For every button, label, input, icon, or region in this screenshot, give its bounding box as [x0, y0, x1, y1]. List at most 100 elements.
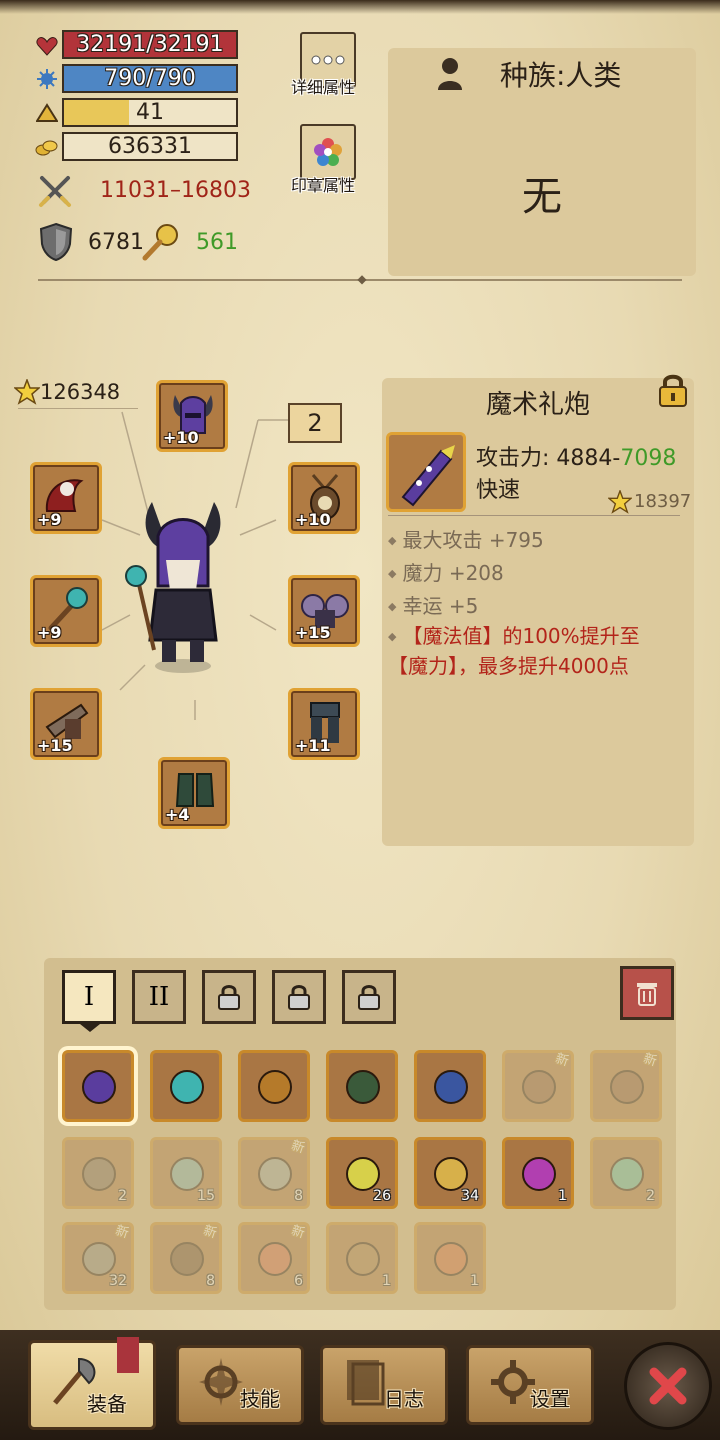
- unlock-badge[interactable]: 2: [288, 403, 342, 443]
- item-score: 18397: [634, 491, 692, 512]
- bag-tab-1[interactable]: I: [62, 970, 116, 1024]
- padlock-icon: [218, 985, 240, 1010]
- item-icon: [522, 1157, 556, 1191]
- item-count: 1: [558, 1188, 567, 1204]
- bag-tab-2-label: II: [148, 982, 170, 1012]
- inventory-slot[interactable]: 1: [414, 1222, 486, 1294]
- inventory-slot[interactable]: 2: [590, 1137, 662, 1209]
- inventory-slot[interactable]: 1: [502, 1137, 574, 1209]
- detail-attributes-label: 详细属性: [290, 78, 355, 97]
- inventory-slot[interactable]: 6新: [238, 1222, 310, 1294]
- bag-tab-2[interactable]: II: [132, 970, 186, 1024]
- bookmark-ribbon: [117, 1337, 139, 1373]
- item-icon: [610, 1157, 644, 1191]
- race-panel: 种族:人类 无: [388, 48, 696, 276]
- experience-bar: 41: [62, 98, 238, 127]
- dots-icon: [311, 55, 345, 65]
- equip-slot-head[interactable]: +10: [156, 380, 228, 452]
- inventory-slot[interactable]: 新: [590, 1050, 662, 1122]
- item-divider: [388, 515, 680, 516]
- inventory-slot[interactable]: 15: [150, 1137, 222, 1209]
- item-icon: [82, 1070, 116, 1104]
- lock-icon[interactable]: [656, 372, 690, 408]
- new-item-badge: 新: [201, 1223, 219, 1242]
- inventory-slot[interactable]: [150, 1050, 222, 1122]
- nav-log-tab[interactable]: 日志: [320, 1345, 448, 1425]
- nav-settings-tab[interactable]: 设置: [466, 1345, 594, 1425]
- equip-slot-legs[interactable]: +11: [288, 688, 360, 760]
- equip-slot-weapon[interactable]: +9: [30, 575, 102, 647]
- gold-bar: 636331: [62, 132, 238, 161]
- item-icon: [610, 1070, 644, 1104]
- inventory-slot[interactable]: 2: [62, 1137, 134, 1209]
- equip-slot-offhand[interactable]: +15: [30, 688, 102, 760]
- inventory-slot[interactable]: [414, 1050, 486, 1122]
- flower-seal-icon: [314, 138, 342, 166]
- new-item-badge: 新: [289, 1223, 307, 1242]
- inventory-slot[interactable]: 1: [326, 1222, 398, 1294]
- item-icon: [170, 1242, 204, 1276]
- gold-coins-icon: [34, 134, 60, 160]
- bag-tab-locked[interactable]: [272, 970, 326, 1024]
- equip-slot-cape[interactable]: +9: [30, 462, 102, 534]
- item-attack-high: 7098: [620, 446, 677, 471]
- item-bonus: 幸运 +5: [388, 590, 478, 619]
- nav-equip-tab[interactable]: 装备: [28, 1337, 156, 1430]
- trash-button[interactable]: [620, 966, 674, 1020]
- inventory-slot[interactable]: 32 新: [62, 1222, 134, 1294]
- race-label: 种族:人类: [500, 59, 622, 92]
- trash-can-icon: [637, 983, 657, 1006]
- item-attack-row: 攻击力: 4884-7098: [476, 440, 676, 472]
- item-count: 15: [197, 1188, 215, 1204]
- character-avatar: [125, 502, 221, 673]
- shield-icon: [38, 222, 74, 262]
- inventory-slot[interactable]: 26: [326, 1137, 398, 1209]
- item-count: 8: [206, 1273, 215, 1289]
- item-count: 2: [646, 1188, 655, 1204]
- item-icon: [434, 1070, 468, 1104]
- item-icon: [346, 1242, 380, 1276]
- inventory-slot[interactable]: [62, 1050, 134, 1122]
- bag-tab-locked[interactable]: [202, 970, 256, 1024]
- inventory-slot[interactable]: 34: [414, 1137, 486, 1209]
- mana-icon: [34, 66, 60, 92]
- item-icon: [258, 1157, 292, 1191]
- nav-skills-tab[interactable]: 技能: [176, 1345, 304, 1425]
- item-name: 魔术礼炮: [485, 390, 590, 420]
- close-button[interactable]: [624, 1342, 712, 1430]
- item-icon: [434, 1242, 468, 1276]
- equip-slot-shoulder[interactable]: +15: [288, 575, 360, 647]
- item-icon: [346, 1070, 380, 1104]
- inventory-slot[interactable]: 8新: [150, 1222, 222, 1294]
- active-tab-pointer: [80, 1024, 100, 1032]
- equip-slot-accessory[interactable]: +10: [288, 462, 360, 534]
- legs-enhance-level: +11: [295, 736, 331, 755]
- mp-bar: 790/790: [62, 64, 238, 93]
- item-count: 6: [294, 1273, 303, 1289]
- attack-range-value: 11031–16803: [100, 178, 251, 203]
- firework-cannon-icon: [401, 445, 455, 507]
- mp-value: 790/790: [104, 66, 196, 91]
- inventory-slot[interactable]: [238, 1050, 310, 1122]
- padlock-icon: [358, 985, 380, 1010]
- inventory-slot[interactable]: 新: [502, 1050, 574, 1122]
- person-silhouette-icon: [436, 54, 464, 92]
- item-score-star-icon: [607, 488, 633, 514]
- inventory-slot[interactable]: [326, 1050, 398, 1122]
- item-icon: [170, 1070, 204, 1104]
- item-special-effect: ◆ 【魔法值】的100%提升至【魔力】，最多提升4000点: [388, 623, 678, 679]
- seal-attributes-label: 印章属性: [290, 176, 355, 195]
- bag-tab-locked[interactable]: [342, 970, 396, 1024]
- new-item-badge: 新: [113, 1223, 131, 1242]
- equipment-screen: 32191/32191 790/790 41 636331 11031–1680…: [0, 0, 720, 1440]
- gold-value: 636331: [108, 134, 192, 159]
- equip-slot-feet[interactable]: +4: [158, 757, 230, 829]
- inventory-slot[interactable]: 8新: [238, 1137, 310, 1209]
- item-icon: [82, 1157, 116, 1191]
- magic-defense-value: 561: [196, 230, 238, 255]
- cape-enhance-level: +9: [37, 510, 62, 529]
- close-icon: [649, 1367, 687, 1405]
- defense-value: 6781: [88, 230, 144, 255]
- divider-ornament: ◆: [357, 272, 367, 286]
- weapon-enhance-level: +9: [37, 623, 62, 642]
